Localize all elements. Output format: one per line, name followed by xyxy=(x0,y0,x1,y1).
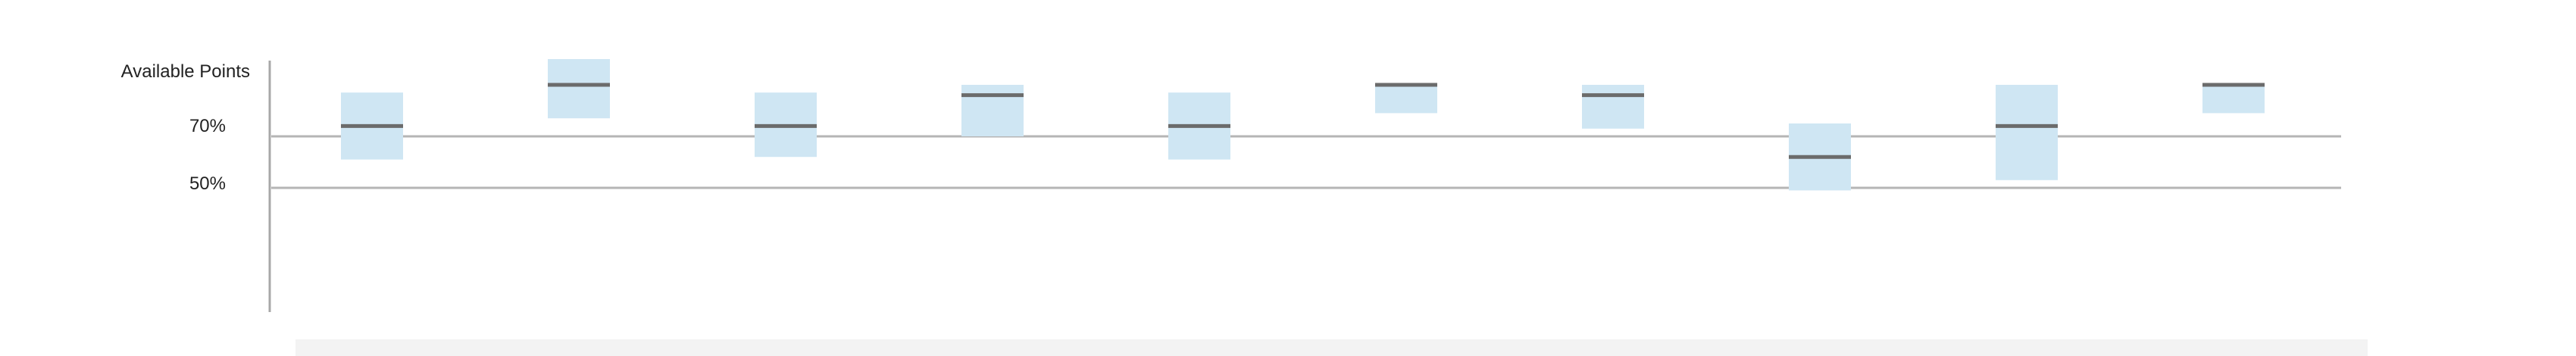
range-item-5 xyxy=(1168,92,1230,160)
range-box xyxy=(1375,85,1437,114)
range-chart: Available Points 70% 50% xyxy=(121,59,2368,356)
range-box xyxy=(961,85,1024,136)
range-box xyxy=(1582,85,1644,129)
range-item-7 xyxy=(1582,85,1644,129)
y-label-available-points: Available Points xyxy=(121,61,250,82)
range-item-3 xyxy=(755,92,817,158)
range-box xyxy=(1996,85,2058,180)
range-item-9 xyxy=(1996,85,2058,180)
y-label-50: 50% xyxy=(189,173,226,194)
range-item-10 xyxy=(2202,83,2265,114)
range-item-6 xyxy=(1375,83,1437,114)
y-axis-labels: Available Points 70% 50% xyxy=(121,61,250,194)
range-item-2 xyxy=(548,59,610,119)
range-item-4 xyxy=(961,85,1024,136)
range-box xyxy=(548,59,610,119)
range-boxes xyxy=(341,59,2265,191)
range-item-1 xyxy=(341,92,403,160)
range-item-8 xyxy=(1789,123,1851,191)
chart-footer-band xyxy=(295,339,2368,356)
y-label-70: 70% xyxy=(189,116,226,136)
range-box xyxy=(2202,85,2265,114)
